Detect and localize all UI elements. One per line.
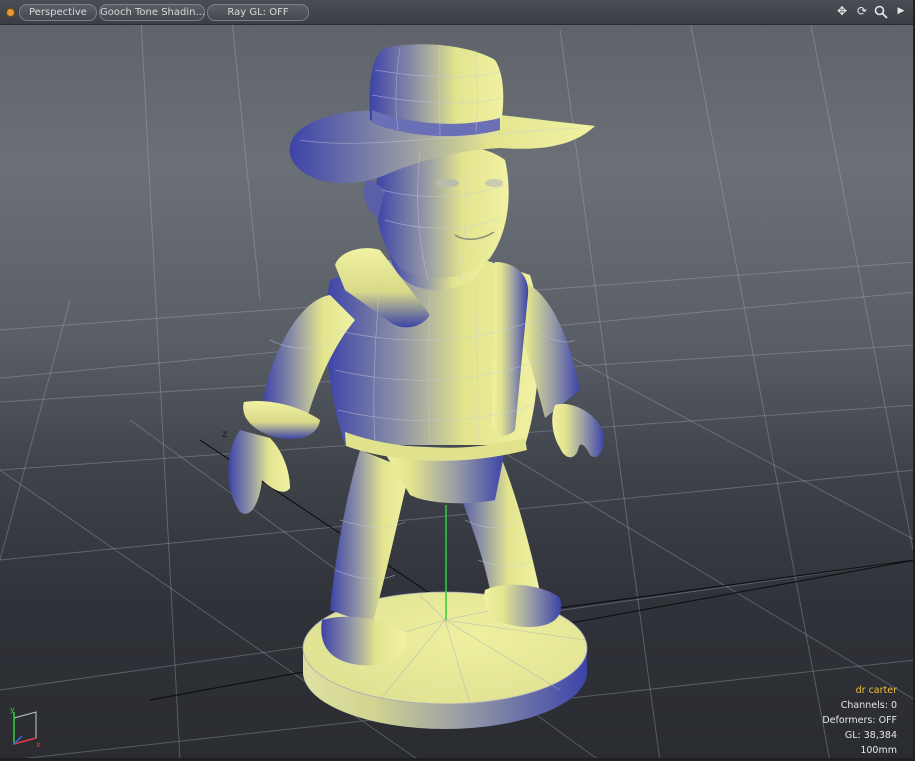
info-overlay: dr carter Channels: 0 Deformers: OFF GL:… [822, 683, 897, 758]
shading-mode-button[interactable]: Gooch Tone Shadin... [99, 4, 205, 21]
3d-viewport[interactable]: z y x Perspective Gooch Tone Shadin... R… [0, 0, 915, 761]
viewport-toolbar: Perspective Gooch Tone Shadin... Ray GL:… [0, 0, 915, 25]
gizmo-x-label: x [36, 740, 41, 749]
viewport-menu-icon[interactable] [6, 8, 15, 17]
rotate-icon[interactable]: ⟳ [854, 3, 870, 20]
left-hand [228, 430, 290, 514]
grid-scale-label: 100mm [860, 745, 897, 756]
pan-icon[interactable]: ✥ [834, 3, 850, 20]
right-hand [552, 403, 605, 458]
username-label: dr carter [855, 685, 897, 696]
deformers-label: Deformers: OFF [822, 715, 897, 726]
viewport-scene[interactable]: z y x [0, 0, 915, 761]
orientation-gizmo: y x [10, 705, 41, 749]
channels-label: Channels: 0 [840, 700, 897, 711]
left-eye [435, 179, 459, 187]
expand-arrow-icon[interactable]: ▶ [893, 3, 909, 20]
gizmo-y-label: y [10, 705, 15, 714]
right-eye [485, 179, 503, 187]
gl-count-label: GL: 38,384 [844, 730, 897, 741]
view-mode-button[interactable]: Perspective [19, 4, 97, 21]
z-axis-label: z [222, 429, 227, 440]
ray-gl-button[interactable]: Ray GL: OFF [207, 4, 309, 21]
zoom-icon[interactable] [873, 3, 889, 20]
